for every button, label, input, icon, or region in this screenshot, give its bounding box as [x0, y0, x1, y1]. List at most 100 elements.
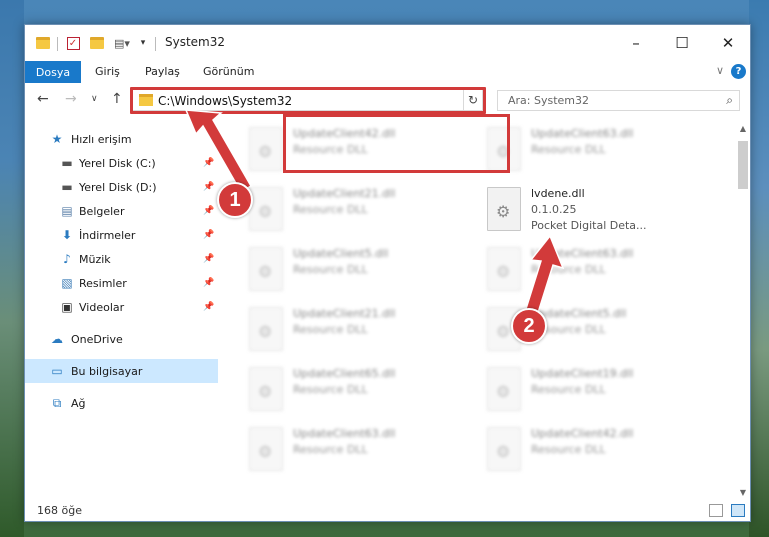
file-item[interactable]: ⚙ UpdateClient63.dll Resource DLL	[249, 423, 479, 481]
file-name: UpdateClient63.dll	[531, 127, 634, 140]
address-highlight-box	[130, 87, 486, 114]
ribbon-tabs: Dosya Giriş Paylaş Görünüm ∨ ?	[25, 61, 750, 83]
sidebar-item-label: OneDrive	[71, 332, 123, 346]
pin-icon: 📌	[203, 158, 215, 168]
sidebar-item-downloads[interactable]: ⬇ İndirmeler 📌	[25, 223, 218, 247]
expand-ribbon-icon[interactable]: ∨	[716, 64, 724, 77]
large-icons-view-icon[interactable]	[731, 504, 745, 517]
window-title: System32	[165, 35, 226, 49]
navigation-bar: ← → ∨ ↑ C:\Windows\System32 ∨ ↻ Ara: Sys…	[25, 85, 750, 117]
up-arrow-icon[interactable]: ↑	[111, 91, 123, 107]
tab-view[interactable]: Görünüm	[203, 65, 254, 78]
drive-icon: ▬	[61, 180, 73, 194]
search-icon[interactable]: ⌕	[726, 93, 733, 108]
folder-icon	[35, 35, 51, 51]
sidebar-item-quick-access[interactable]: ★ Hızlı erişim	[25, 127, 218, 151]
file-name: UpdateClient19.dll	[531, 367, 634, 380]
sidebar-item-label: Hızlı erişim	[71, 132, 132, 146]
file-item[interactable]: ⚙ UpdateClient65.dll Resource DLL	[249, 363, 479, 421]
sidebar-item-label: Müzik	[79, 252, 111, 266]
file-description: Resource DLL	[531, 383, 606, 396]
pin-icon: 📌	[203, 182, 215, 192]
minimize-button[interactable]: –	[613, 25, 659, 61]
file-name: UpdateClient42.dll	[531, 427, 634, 440]
desktop-background-right	[749, 0, 769, 537]
scroll-down-icon[interactable]: ▼	[736, 485, 750, 499]
dll-file-icon: ⚙	[487, 427, 521, 471]
maximize-button[interactable]: ☐	[659, 25, 705, 61]
customize-toolbar-icon[interactable]: ▾	[137, 35, 149, 51]
back-arrow-icon[interactable]: ←	[37, 91, 49, 107]
sidebar-item-pictures[interactable]: ▧ Resimler 📌	[25, 271, 218, 295]
file-item-lvdene-dll[interactable]: ⚙ lvdene.dll 0.1.0.25 Pocket Digital Det…	[487, 183, 717, 241]
properties-icon[interactable]: ✓	[65, 35, 81, 51]
file-version: 0.1.0.25	[531, 203, 577, 216]
forward-arrow-icon[interactable]: →	[65, 91, 77, 107]
music-icon: ♪	[63, 252, 71, 266]
file-name: UpdateClient5.dll	[293, 247, 389, 260]
view-options-icon[interactable]: ▤▾	[111, 35, 133, 51]
drive-icon: ▬	[61, 156, 73, 170]
pin-icon: 📌	[203, 302, 215, 312]
help-button[interactable]: ?	[731, 64, 746, 79]
dll-file-icon: ⚙	[249, 247, 283, 291]
file-name: UpdateClient21.dll	[293, 307, 396, 320]
file-item[interactable]: ⚙ UpdateClient63.dll Resource DLL	[487, 123, 717, 181]
file-description: Resource DLL	[293, 203, 368, 216]
file-explorer-window: ✓ ▤▾ ▾ System32 – ☐ ✕ Dosya Giriş Paylaş…	[24, 24, 751, 522]
file-item[interactable]: ⚙ UpdateClient42.dll Resource DLL	[487, 423, 717, 481]
search-placeholder: Ara: System32	[508, 94, 590, 107]
close-button[interactable]: ✕	[705, 25, 751, 61]
file-description: Resource DLL	[531, 443, 606, 456]
file-name: lvdene.dll	[531, 187, 585, 200]
file-name: UpdateClient65.dll	[293, 367, 396, 380]
file-item[interactable]: ⚙ UpdateClient19.dll Resource DLL	[487, 363, 717, 421]
recent-locations-icon[interactable]: ∨	[91, 94, 98, 104]
file-description: Resource DLL	[531, 263, 606, 276]
sidebar-item-label: İndirmeler	[79, 228, 136, 242]
scroll-up-icon[interactable]: ▲	[736, 121, 750, 135]
details-view-icon[interactable]	[709, 504, 723, 517]
vertical-scrollbar[interactable]: ▲ ▼	[736, 121, 750, 499]
file-item[interactable]: ⚙ UpdateClient5.dll Resource DLL	[249, 243, 479, 301]
sidebar-item-videos[interactable]: ▣ Videolar 📌	[25, 295, 218, 319]
tab-file[interactable]: Dosya	[25, 61, 81, 83]
download-icon: ⬇	[61, 228, 73, 242]
step-marker-2: 2	[511, 308, 547, 344]
file-description: Resource DLL	[531, 143, 606, 156]
sidebar-item-this-pc[interactable]: ▭ Bu bilgisayar	[25, 359, 218, 383]
sidebar-item-documents[interactable]: ▤ Belgeler 📌	[25, 199, 218, 223]
pin-icon: 📌	[203, 206, 215, 216]
status-bar: 168 öğe	[25, 501, 750, 521]
sidebar-item-label: Videolar	[79, 300, 125, 314]
sidebar-item-music[interactable]: ♪ Müzik 📌	[25, 247, 218, 271]
pin-icon: 📌	[203, 230, 215, 240]
computer-icon: ▭	[51, 364, 63, 378]
sidebar-item-label: Yerel Disk (C:)	[79, 156, 156, 170]
tab-home[interactable]: Giriş	[95, 65, 120, 78]
star-icon: ★	[51, 132, 63, 146]
file-name: UpdateClient21.dll	[293, 187, 396, 200]
file-description: Resource DLL	[293, 383, 368, 396]
desktop-background-left	[0, 0, 24, 537]
step-marker-1: 1	[217, 182, 253, 218]
sidebar-item-local-disk-d[interactable]: ▬ Yerel Disk (D:) 📌	[25, 175, 218, 199]
scrollbar-thumb[interactable]	[738, 141, 748, 189]
sidebar-item-network[interactable]: ⧉ Ağ	[25, 391, 218, 415]
search-input[interactable]: Ara: System32 ⌕	[497, 90, 740, 111]
sidebar-item-local-disk-c[interactable]: ▬ Yerel Disk (C:) 📌	[25, 151, 218, 175]
divider	[155, 37, 156, 51]
file-item[interactable]: ⚙ UpdateClient21.dll Resource DLL	[249, 303, 479, 361]
dll-file-icon: ⚙	[487, 187, 521, 231]
file-description: Resource DLL	[293, 323, 368, 336]
title-bar: ✓ ▤▾ ▾ System32 – ☐ ✕	[25, 25, 750, 61]
sidebar-item-onedrive[interactable]: ☁ OneDrive	[25, 327, 218, 351]
file-item[interactable]: ⚙ UpdateClient21.dll Resource DLL	[249, 183, 479, 241]
pin-icon: 📌	[203, 278, 215, 288]
file-item[interactable]: ⚙ UpdateClient63.dll Resource DLL	[487, 243, 717, 301]
file-name: UpdateClient63.dll	[531, 247, 634, 260]
new-folder-icon[interactable]	[89, 35, 105, 51]
tab-share[interactable]: Paylaş	[145, 65, 180, 78]
file-list: ⚙ UpdateClient42.dll Resource DLL ⚙ Upda…	[225, 121, 735, 499]
divider	[57, 37, 58, 51]
